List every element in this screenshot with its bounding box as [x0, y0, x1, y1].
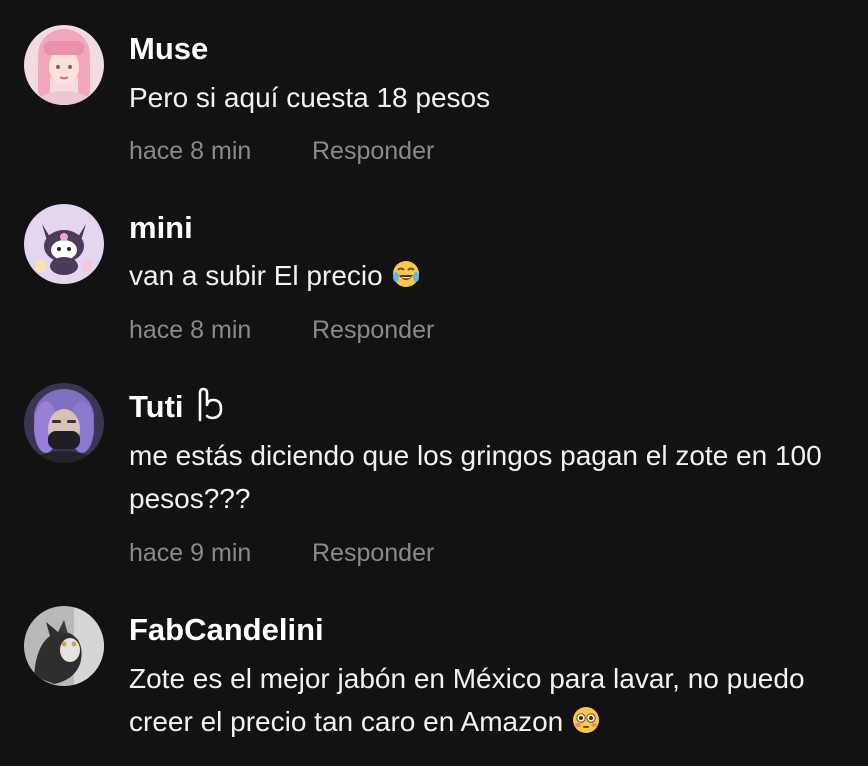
reply-button[interactable]: Responder — [312, 536, 434, 570]
comment-timestamp: hace 8 min — [129, 316, 252, 344]
comment-username[interactable]: FabCandelini — [129, 610, 324, 650]
comment-text: van a subir El precio — [129, 254, 859, 301]
comment-username-text[interactable]: Tuti — [129, 389, 184, 424]
comment-text-content: Zote es el mejor jabón en México para la… — [129, 663, 805, 737]
comment-meta: hace 8 min Responder — [129, 313, 434, 347]
hand-outline-icon — [194, 387, 226, 433]
avatar[interactable] — [24, 25, 104, 105]
avatar[interactable] — [24, 606, 104, 686]
reply-button[interactable]: Responder — [312, 134, 434, 168]
comment-meta: hace 8 min Responder — [129, 134, 434, 168]
comment-timestamp: hace 9 min — [129, 539, 252, 567]
comment-text: me estás diciendo que los gringos pagan … — [129, 440, 822, 514]
comment-text-content: van a subir El precio — [129, 260, 383, 291]
avatar[interactable] — [24, 204, 104, 284]
comment-username[interactable]: Muse — [129, 29, 208, 69]
avatar[interactable] — [24, 383, 104, 463]
reply-button[interactable]: Responder — [312, 313, 434, 347]
comment-timestamp: hace 8 min — [129, 137, 252, 165]
comment-text: Pero si aquí cuesta 18 pesos — [129, 82, 491, 113]
comment-text: Zote es el mejor jabón en México para la… — [129, 657, 859, 747]
flushed-face-emoji-icon — [571, 704, 601, 747]
tears-of-joy-emoji-icon — [391, 258, 421, 301]
comment-meta: hace 9 min Responder — [129, 536, 434, 570]
comment-username[interactable]: mini — [129, 208, 193, 248]
comment-username: Tuti — [129, 387, 226, 433]
